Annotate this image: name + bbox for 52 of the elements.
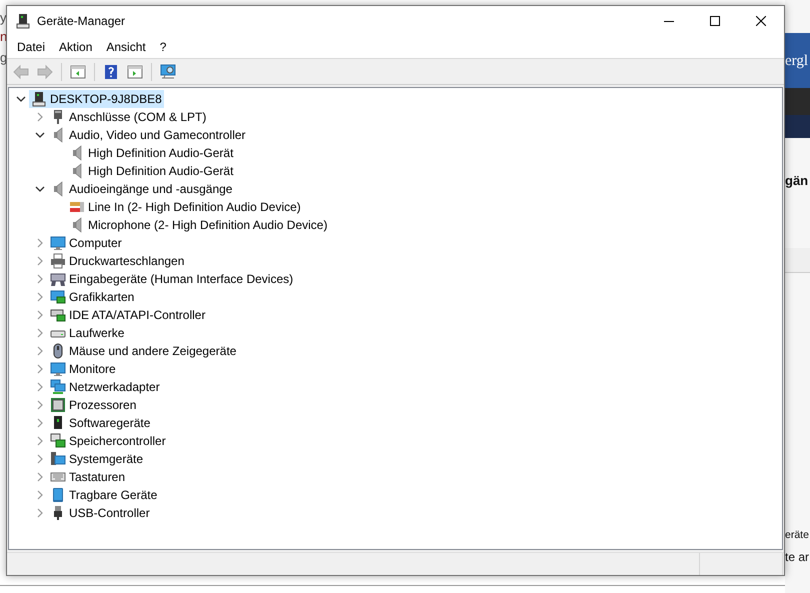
tree-item[interactable]: Anschlüsse (COM & LPT) [48, 108, 208, 126]
menu-item[interactable]: Datei [11, 37, 52, 57]
tree-item[interactable]: Audio, Video und Gamecontroller [48, 126, 248, 144]
network-icon [50, 379, 66, 395]
background-text: te ar [785, 550, 810, 564]
tree-item[interactable]: Mäuse und andere Zeigegeräte [48, 342, 238, 360]
tree-item[interactable]: Computer [48, 234, 124, 252]
tree-item[interactable]: Eingabegeräte (Human Interface Devices) [48, 270, 296, 288]
tablet-icon [50, 487, 66, 503]
tree-item[interactable]: High Definition Audio-Gerät [67, 144, 236, 162]
background-text: ergl [785, 53, 808, 70]
card-icon [50, 289, 66, 305]
controller-icon [50, 307, 66, 323]
window-title: Geräte-Manager [37, 14, 126, 28]
menu-item[interactable]: ? [154, 37, 172, 57]
monitor-icon [50, 361, 66, 377]
plug-icon [69, 199, 85, 215]
tree-item[interactable]: Microphone (2- High Definition Audio Device) [67, 216, 330, 234]
background-text: eräte [785, 529, 809, 541]
menu-item[interactable]: Aktion [53, 37, 98, 57]
close-icon [756, 16, 766, 26]
tree-item[interactable]: Tastaturen [48, 468, 128, 486]
tree-item[interactable]: Softwaregeräte [48, 414, 152, 432]
tree-item[interactable]: Monitore [48, 360, 118, 378]
computer-icon [31, 91, 47, 107]
tree-item[interactable]: Line In (2- High Definition Audio Device) [67, 198, 303, 216]
maximize-icon [710, 16, 720, 26]
tree-item[interactable]: Prozessoren [48, 396, 138, 414]
system-icon [50, 451, 66, 467]
tree-item[interactable]: Speichercontroller [48, 432, 168, 450]
printer-icon [50, 253, 66, 269]
tree-item[interactable]: Systemgeräte [48, 450, 146, 468]
tree-item[interactable]: Grafikkarten [48, 288, 136, 306]
monitor-icon [50, 235, 66, 251]
tree-item[interactable]: Druckwarteschlangen [48, 252, 186, 270]
tree-item[interactable]: Laufwerke [48, 324, 126, 342]
tree-item[interactable]: Netzwerkadapter [48, 378, 162, 396]
tree-item[interactable]: Tragbare Geräte [48, 486, 160, 504]
storage-icon [50, 433, 66, 449]
gamepad-icon [50, 271, 66, 287]
tree-item[interactable]: High Definition Audio-Gerät [67, 162, 236, 180]
menu-item[interactable]: Ansicht [100, 37, 152, 57]
tree-item[interactable]: Audioeingänge und -ausgänge [48, 180, 234, 198]
computer-icon [15, 13, 31, 29]
tree-item[interactable]: DESKTOP-9J8DBE8 [29, 90, 164, 108]
nav-bar [785, 115, 810, 138]
tree-item[interactable]: IDE ATA/ATAPI-Controller [48, 306, 208, 324]
nav-bar [785, 88, 810, 115]
background-text: gän [785, 173, 808, 188]
monitor-button[interactable] [158, 62, 178, 82]
chip-icon [50, 397, 66, 413]
tree-item[interactable]: USB-Controller [48, 504, 152, 522]
